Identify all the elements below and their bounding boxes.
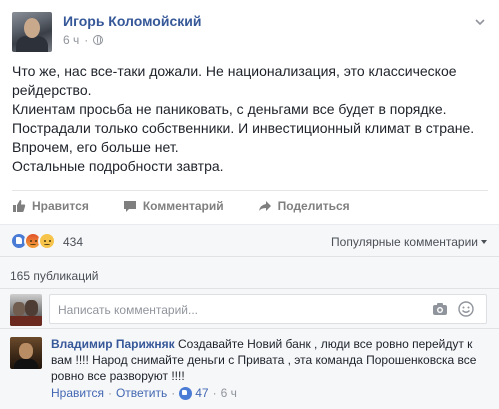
- dot-separator: ·: [107, 386, 112, 400]
- post-text: Что же, нас все-таки дожали. Не национал…: [12, 62, 492, 176]
- comment-placeholder: Написать комментарий...: [58, 303, 199, 317]
- like-icon: [179, 386, 193, 400]
- comment-input-row: Написать комментарий...: [0, 288, 499, 328]
- comment-time[interactable]: 6 ч: [221, 386, 237, 400]
- dot-separator: ·: [212, 386, 217, 400]
- comment-item: Владимир Парижняк Создавайте Новий банк …: [0, 328, 499, 409]
- reactions-bar: 434 Популярные комментарии: [0, 224, 499, 256]
- post-paragraph: Клиентам просьба не паниковать, с деньга…: [12, 101, 447, 117]
- comment-likes-count[interactable]: 47: [195, 386, 208, 400]
- shares-row: 165 публикаций: [0, 256, 499, 288]
- smiley-icon[interactable]: [458, 301, 474, 317]
- reactions-count[interactable]: 434: [63, 235, 83, 249]
- share-icon: [258, 200, 271, 211]
- camera-icon[interactable]: [432, 302, 448, 316]
- current-user-avatar[interactable]: [10, 294, 42, 326]
- comment-sort-dropdown[interactable]: Популярные комментарии: [331, 235, 487, 249]
- commenter-avatar[interactable]: [10, 337, 42, 369]
- post-paragraph: Впрочем, его больше нет.: [12, 139, 179, 155]
- sad-icon: [38, 232, 56, 250]
- chevron-down-icon[interactable]: [474, 15, 486, 27]
- post-paragraph: Пострадали только собственники. И инвест…: [12, 120, 475, 136]
- share-button[interactable]: Поделиться: [258, 199, 350, 213]
- caret-down-icon: [481, 240, 487, 244]
- post-action-bar: Нравится Комментарий Поделиться: [12, 190, 488, 220]
- post-meta: 6 ч ·: [63, 33, 104, 47]
- commenter-name[interactable]: Владимир Парижняк: [51, 337, 175, 351]
- author-name[interactable]: Игорь Коломойский: [63, 13, 201, 29]
- comment-reply-link[interactable]: Ответить: [116, 386, 167, 400]
- shares-count[interactable]: 165 публикаций: [10, 269, 99, 283]
- comment-icon: [123, 200, 136, 212]
- like-label: Нравится: [32, 198, 89, 213]
- post-header: Игорь Коломойский 6 ч ·: [12, 10, 488, 52]
- post-time[interactable]: 6 ч: [63, 33, 79, 47]
- comment-actions: Нравится · Ответить · 47 · 6 ч: [51, 386, 237, 400]
- dot-separator: ·: [171, 386, 176, 400]
- thumbs-up-icon: [13, 199, 26, 212]
- dot-separator: ·: [84, 33, 89, 47]
- comment-like-link[interactable]: Нравится: [51, 386, 104, 400]
- post-paragraph: Что же, нас все-таки дожали. Не национал…: [12, 63, 457, 98]
- post-paragraph: Остальные подробности завтра.: [12, 158, 224, 174]
- like-button[interactable]: Нравится: [12, 199, 89, 213]
- comment-content: Владимир Парижняк Создавайте Новий банк …: [51, 336, 491, 384]
- sort-label: Популярные комментарии: [331, 235, 478, 249]
- author-avatar[interactable]: [12, 12, 52, 52]
- globe-icon: [93, 35, 104, 45]
- share-label: Поделиться: [277, 198, 350, 213]
- comment-input[interactable]: Написать комментарий...: [49, 294, 487, 324]
- comment-label: Комментарий: [142, 198, 224, 213]
- reaction-icons[interactable]: [10, 232, 56, 250]
- comment-button[interactable]: Комментарий: [123, 199, 224, 213]
